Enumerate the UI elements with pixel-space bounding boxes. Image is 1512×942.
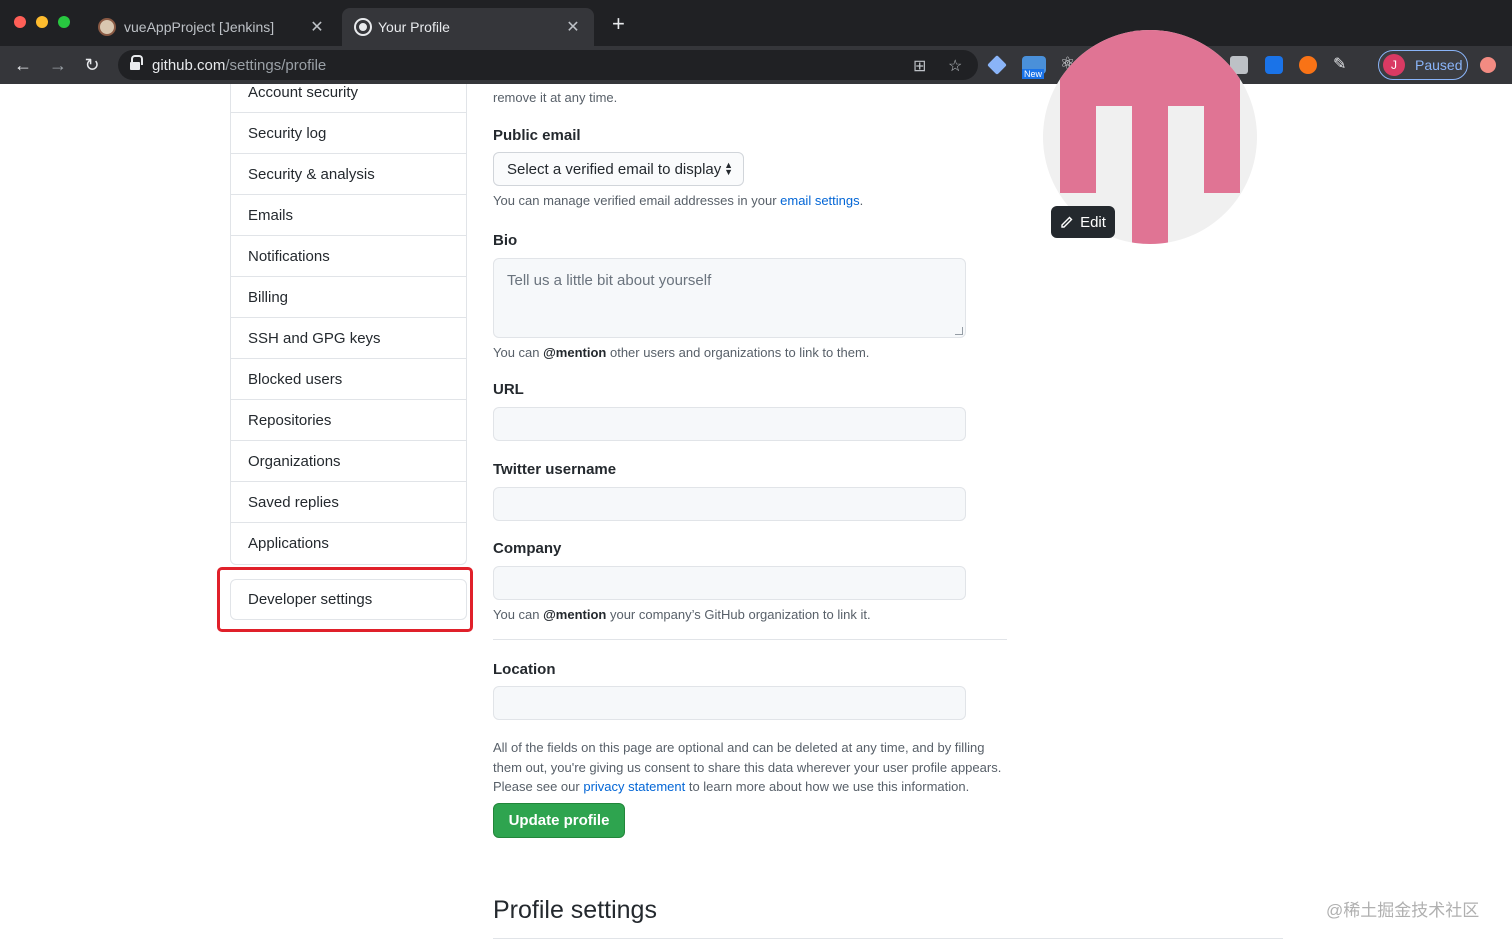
url-label: URL [493,381,524,398]
sidebar-item-emails[interactable]: Emails [231,195,466,236]
back-arrow-icon[interactable]: ← [11,53,35,77]
email-removal-hint: remove it at any time. [493,90,618,105]
minimize-window-button[interactable] [36,16,48,28]
sidebar-item-ssh-gpg-keys[interactable]: SSH and GPG keys [231,318,466,359]
location-label: Location [493,661,556,678]
sidebar-item-security-analysis[interactable]: Security & analysis [231,154,466,195]
update-menu-icon[interactable] [1480,57,1496,73]
sidebar-item-saved-replies[interactable]: Saved replies [231,482,466,523]
browser-tab-bar: vueAppProject [Jenkins] ✕ Your Profile ✕… [0,0,1512,46]
identicon-gap-right [1168,121,1204,157]
public-email-selected-value: Select a verified email to display [507,160,722,178]
profile-settings-heading: Profile settings [493,896,657,924]
new-tab-icon[interactable]: + [612,13,625,35]
bio-placeholder: Tell us a little bit about yourself [507,272,712,289]
identicon-block-right [1204,106,1240,193]
bookmark-star-icon[interactable]: ☆ [948,56,962,76]
sidebar-item-notifications[interactable]: Notifications [231,236,466,277]
select-caret-icon: ▲ ▼ [724,160,733,177]
sidebar-item-billing[interactable]: Billing [231,277,466,318]
privacy-statement-link[interactable]: privacy statement [583,779,685,794]
twitter-username-label: Twitter username [493,461,617,478]
reload-icon[interactable]: ↻ [80,53,104,77]
extension-infinity-icon[interactable] [1299,56,1317,74]
twitter-username-input[interactable] [493,487,966,521]
update-profile-button[interactable]: Update profile [493,803,625,838]
public-email-hint: You can manage verified email addresses … [493,193,864,208]
bio-hint: You can @mention other users and organiz… [493,345,870,360]
privacy-notice: All of the fields on this page are optio… [493,740,1002,794]
tab-jenkins[interactable]: vueAppProject [Jenkins] ✕ [86,8,338,46]
highlight-annotation-box [217,567,473,632]
github-favicon-icon [356,20,370,34]
resize-handle-icon[interactable] [955,327,963,335]
sidebar-item-blocked-users[interactable]: Blocked users [231,359,466,400]
lock-icon [130,55,143,71]
tab-your-profile[interactable]: Your Profile ✕ [342,8,594,46]
extension-puzzle-icon[interactable]: ✎ [1333,54,1351,73]
sidebar-item-security-log[interactable]: Security log [231,113,466,154]
public-email-label: Public email [493,127,581,144]
company-input[interactable] [493,566,966,600]
company-label: Company [493,540,562,557]
url-path: /settings/profile [225,56,327,74]
url-input[interactable] [493,407,966,441]
url-host: github.com [152,56,226,74]
bio-label: Bio [493,232,518,249]
sidebar-item-repositories[interactable]: Repositories [231,400,466,441]
tab-close-icon[interactable]: ✕ [308,17,326,37]
bio-textarea[interactable]: Tell us a little bit about yourself [493,258,966,338]
tab-title: Your Profile [378,19,450,35]
paused-label: Paused [1415,57,1463,73]
sidebar-item-applications[interactable]: Applications [231,523,466,564]
extension-gem-icon[interactable] [987,55,1007,75]
close-window-button[interactable] [14,16,26,28]
pencil-icon [1061,216,1073,228]
email-settings-link[interactable]: email settings [780,193,859,208]
forward-arrow-icon[interactable]: → [46,53,70,77]
jenkins-favicon-icon [98,18,116,36]
sidebar-item-organizations[interactable]: Organizations [231,441,466,482]
form-divider [493,639,1007,640]
tab-close-icon[interactable]: ✕ [564,17,582,37]
profile-paused-button[interactable]: J Paused [1378,50,1468,80]
watermark: @稀土掘金技术社区 [1326,901,1480,920]
maximize-window-button[interactable] [58,16,70,28]
extension-new-badge: New [1022,69,1045,79]
address-bar[interactable]: github.com /settings/profile ⊞ ☆ [118,50,978,80]
identicon-block-left [1060,106,1096,193]
sidebar-item-account-security[interactable]: Account security [231,84,466,113]
tab-title: vueAppProject [Jenkins] [124,19,275,35]
location-input[interactable] [493,686,966,720]
edit-avatar-button[interactable]: Edit [1051,206,1115,238]
translate-icon[interactable]: ⊞ [913,56,926,76]
browser-toolbar: ← → ↻ github.com /settings/profile ⊞ ☆ N… [0,46,1512,84]
company-hint: You can @mention your company’s GitHub o… [493,607,871,622]
profile-avatar: J [1383,54,1405,76]
public-email-select[interactable]: Select a verified email to display ▲ ▼ [493,152,744,186]
edit-label: Edit [1080,213,1106,231]
identicon-gap-left [1096,121,1132,157]
section-divider [493,938,1283,939]
settings-sidebar: Account security Security log Security &… [230,84,467,565]
identicon-block-center [1132,106,1168,244]
extension-download-icon[interactable] [1265,56,1283,74]
